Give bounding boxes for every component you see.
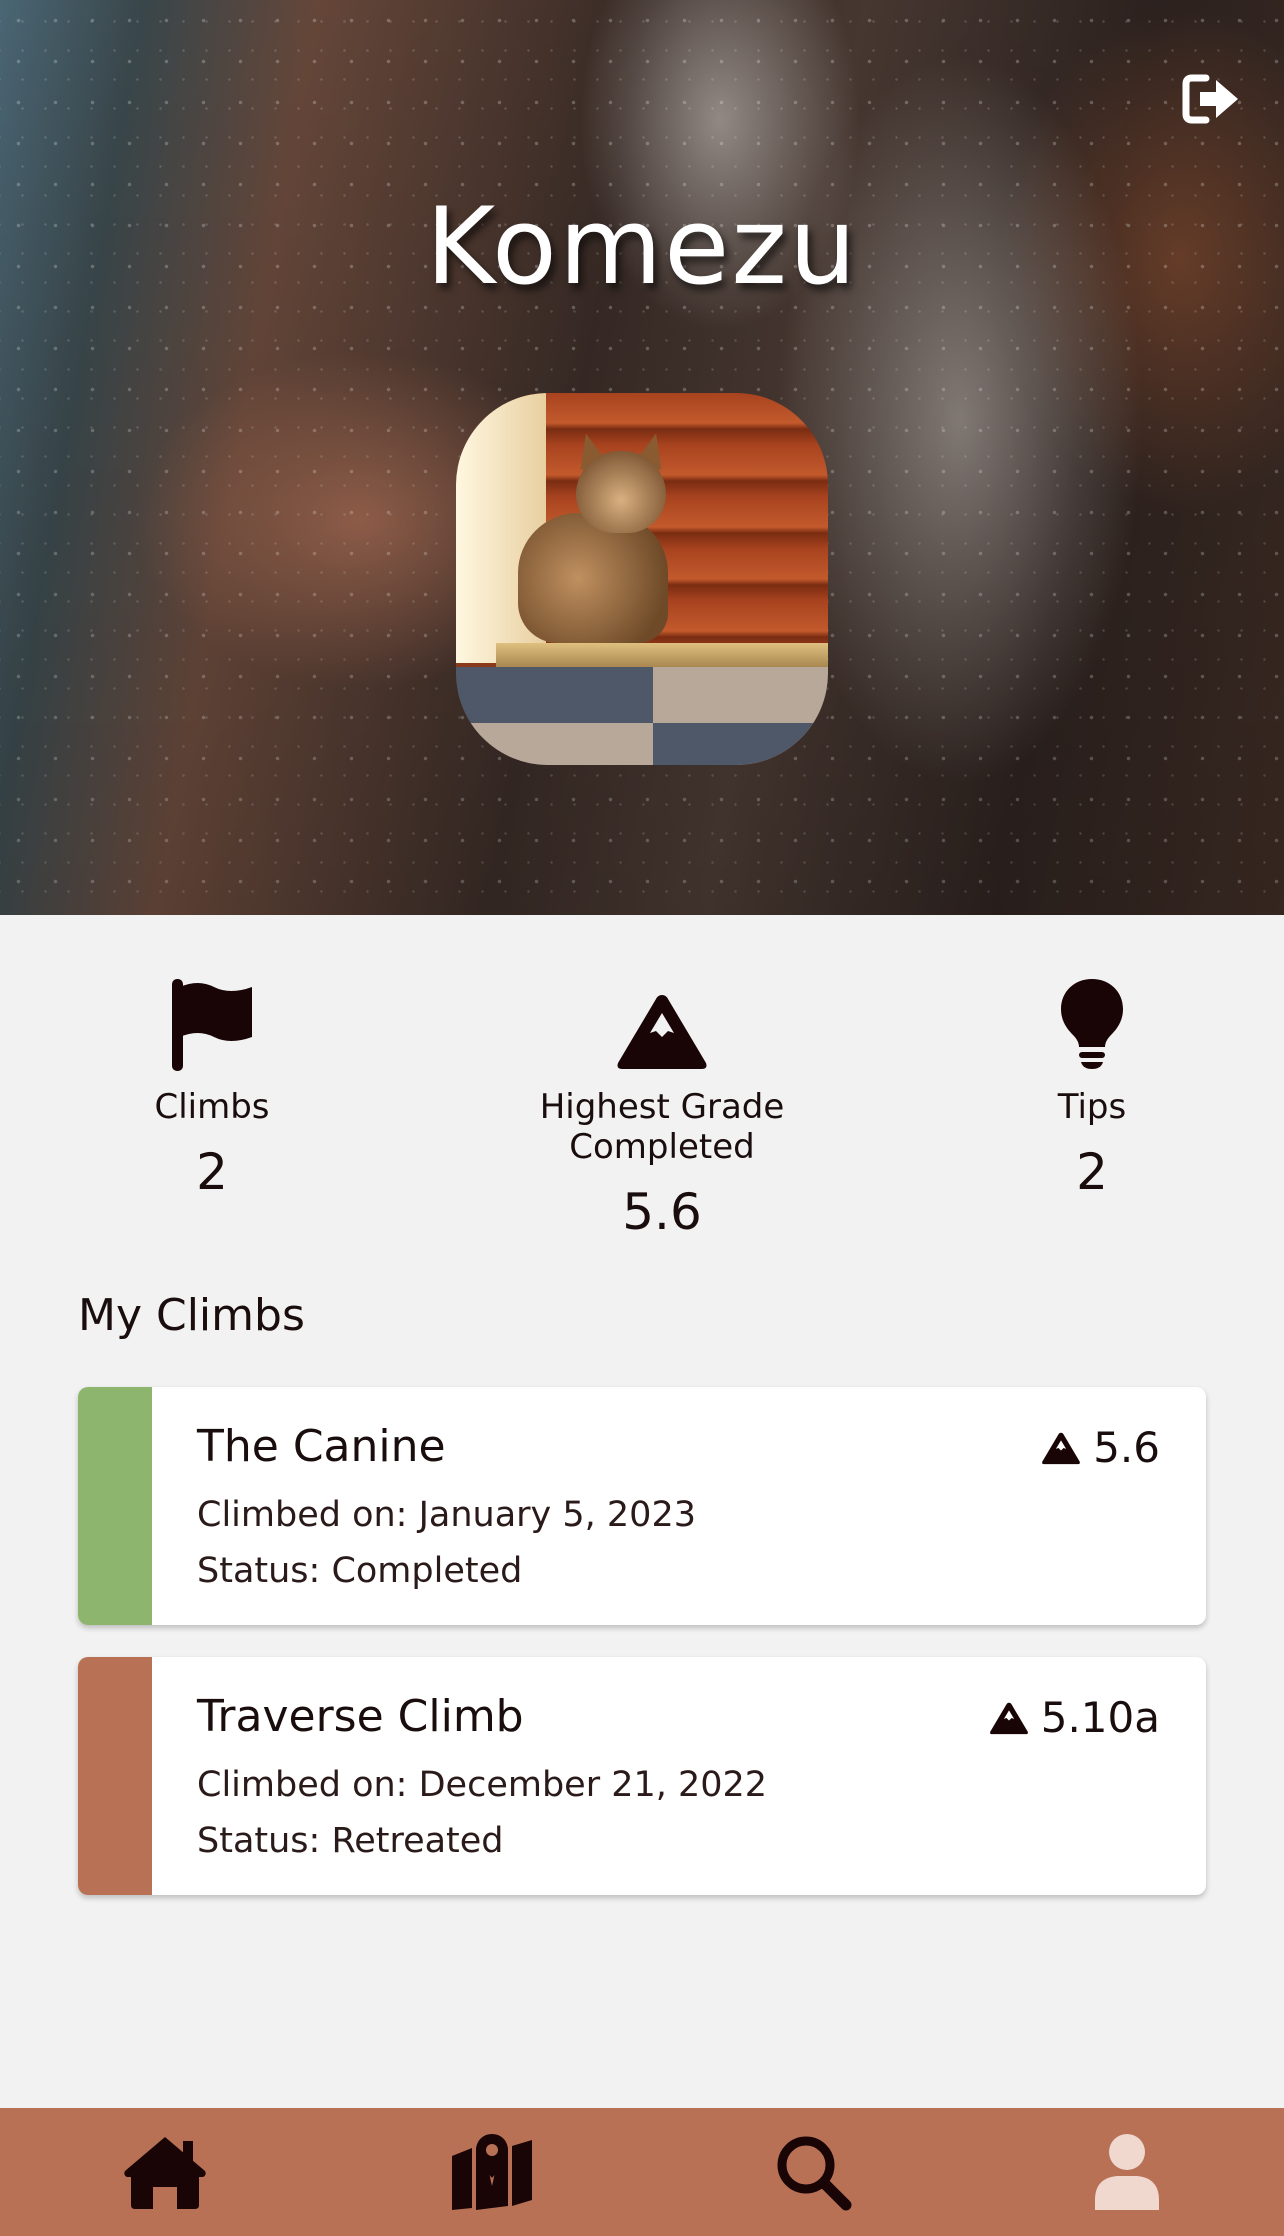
logout-button[interactable] <box>1176 68 1246 130</box>
nav-profile-button[interactable] <box>1072 2130 1182 2214</box>
nav-map-button[interactable] <box>437 2130 547 2214</box>
climb-card[interactable]: The Canine 5.6 Climbed on: January 5, 20… <box>78 1387 1206 1625</box>
stat-tips-value: 2 <box>1076 1143 1108 1201</box>
climb-name: Traverse Climb <box>197 1691 524 1742</box>
stat-climbs-label: Climbs <box>154 1087 270 1127</box>
stat-climbs: Climbs 2 <box>12 975 412 1201</box>
climb-name: The Canine <box>197 1421 446 1472</box>
search-icon <box>777 2136 852 2211</box>
logout-icon <box>1182 74 1238 124</box>
stat-tips: Tips 2 <box>892 975 1284 1201</box>
mountain-icon <box>989 1702 1028 1734</box>
stat-grade-value: 5.6 <box>622 1183 702 1241</box>
nav-search-button[interactable] <box>758 2130 868 2214</box>
mountain-icon <box>1042 1432 1081 1464</box>
my-climbs-heading: My Climbs <box>78 1290 305 1341</box>
nav-home-button[interactable] <box>110 2130 220 2214</box>
climb-grade-value: 5.6 <box>1093 1423 1160 1472</box>
climb-date: Climbed on: December 21, 2022 <box>197 1765 768 1805</box>
map-icon <box>452 2134 532 2210</box>
climb-grade: 5.10a <box>989 1693 1160 1742</box>
profile-username: Komezu <box>425 185 859 308</box>
profile-header: Komezu <box>0 0 1284 915</box>
stat-climbs-value: 2 <box>196 1143 228 1201</box>
flag-icon <box>172 979 252 1071</box>
profile-avatar[interactable] <box>456 393 828 765</box>
climb-grade-value: 5.10a <box>1040 1693 1160 1742</box>
stat-grade-label: Highest Grade Completed <box>539 1087 785 1167</box>
climb-status-stripe <box>78 1387 152 1625</box>
climb-status: Status: Retreated <box>197 1821 504 1861</box>
stat-tips-label: Tips <box>1057 1087 1127 1127</box>
user-icon <box>1095 2134 1159 2210</box>
profile-stats: Climbs 2 Highest Grade Completed 5.6 Tip… <box>0 915 1284 1245</box>
climb-date: Climbed on: January 5, 2023 <box>197 1495 696 1535</box>
lightbulb-icon <box>1061 979 1123 1069</box>
climb-status-stripe <box>78 1657 152 1895</box>
bottom-navigation <box>0 2108 1284 2236</box>
climb-grade: 5.6 <box>1041 1423 1160 1472</box>
climb-card[interactable]: Traverse Climb 5.10a Climbed on: Decembe… <box>78 1657 1206 1895</box>
home-icon <box>124 2137 206 2209</box>
climb-status: Status: Completed <box>197 1551 523 1591</box>
stat-highest-grade: Highest Grade Completed 5.6 <box>462 975 862 1241</box>
mountain-icon <box>617 995 707 1069</box>
